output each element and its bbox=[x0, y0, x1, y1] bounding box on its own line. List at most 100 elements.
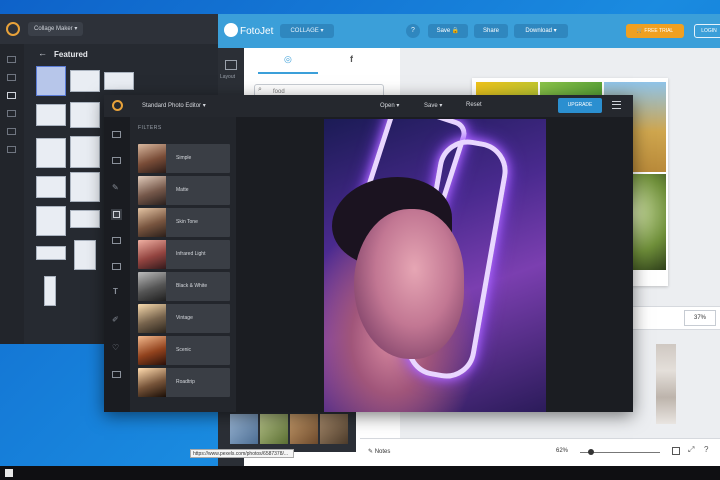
layout-icon[interactable] bbox=[7, 56, 16, 63]
footer-zoom-value: 62% bbox=[556, 448, 569, 454]
grid-icon[interactable] bbox=[7, 92, 16, 99]
notes-button[interactable]: ✎ Notes bbox=[368, 448, 390, 455]
zoom-slider-thumb[interactable] bbox=[588, 449, 594, 455]
collage-mode-button[interactable]: COLLAGE ▾ bbox=[280, 24, 334, 38]
photo-face bbox=[354, 209, 464, 359]
editor-mode-dropdown[interactable]: Standard Photo Editor ▾ bbox=[142, 102, 206, 109]
save-label: Save bbox=[436, 28, 451, 34]
windows-start-icon[interactable] bbox=[5, 469, 13, 477]
collage-mode-label: COLLAGE bbox=[290, 28, 319, 34]
overlay-icon[interactable] bbox=[112, 263, 121, 270]
save-menu[interactable]: Save ▾ bbox=[424, 102, 442, 109]
fotojet-logo-icon bbox=[224, 23, 238, 37]
photo-strip bbox=[226, 412, 356, 452]
text-tool-icon[interactable]: T bbox=[113, 287, 118, 296]
notes-label: Notes bbox=[374, 449, 391, 455]
search-icon: ⌕ bbox=[258, 86, 262, 93]
editor-title: Standard Photo Editor bbox=[142, 103, 202, 109]
download-label: Download bbox=[525, 28, 552, 34]
filter-label: Skin Tone bbox=[176, 219, 198, 225]
frame-icon[interactable] bbox=[112, 237, 121, 244]
layout-thumbnail[interactable] bbox=[36, 206, 66, 236]
expand-icon[interactable]: ⤢ bbox=[688, 445, 694, 455]
filter-preview bbox=[138, 304, 166, 333]
fotojet-header: FotoJet COLLAGE ▾ ? Save 🔒 Share Downloa… bbox=[218, 14, 720, 48]
thumbnail-strip bbox=[656, 344, 676, 424]
layout-thumbnail[interactable] bbox=[36, 176, 66, 198]
edited-photo[interactable] bbox=[324, 119, 546, 412]
strip-thumbnail[interactable] bbox=[230, 414, 258, 444]
filter-item[interactable]: Skin Tone bbox=[138, 208, 230, 237]
filter-preview bbox=[138, 208, 166, 237]
app-logo-icon bbox=[6, 22, 20, 36]
save-button[interactable]: Save 🔒 bbox=[428, 24, 468, 38]
layout-thumbnail[interactable] bbox=[70, 102, 100, 128]
open-menu[interactable]: Open ▾ bbox=[380, 102, 399, 109]
effect-icon[interactable] bbox=[112, 371, 121, 378]
login-button[interactable]: LOGIN bbox=[694, 24, 720, 38]
layout-thumbnail[interactable] bbox=[36, 138, 66, 168]
fotojet-brand: FotoJet bbox=[240, 26, 274, 37]
filter-item[interactable]: Roadtrip bbox=[138, 368, 230, 397]
collage-maker-sidebar bbox=[0, 44, 24, 344]
sticker-tool-icon[interactable]: ♡ bbox=[112, 343, 119, 352]
layout-thumbnail[interactable] bbox=[36, 66, 66, 96]
brush-icon[interactable]: ✎ bbox=[112, 183, 119, 192]
layout-thumbnail[interactable] bbox=[74, 240, 96, 270]
help-icon[interactable]: ? bbox=[704, 445, 708, 454]
draw-icon[interactable]: ✐ bbox=[112, 315, 119, 324]
text-icon[interactable] bbox=[7, 74, 16, 81]
filter-preview bbox=[138, 368, 166, 397]
filter-preview bbox=[138, 336, 166, 365]
filter-label: Matte bbox=[176, 187, 189, 193]
facebook-icon[interactable]: f bbox=[350, 54, 353, 64]
layout-thumbnail[interactable] bbox=[70, 70, 100, 92]
collage-maker-toolbar: Collage Maker ▾ bbox=[0, 14, 218, 44]
strip-thumbnail[interactable] bbox=[290, 414, 318, 444]
upgrade-button[interactable]: UPGRADE bbox=[558, 98, 602, 113]
layout-thumbnail[interactable] bbox=[70, 136, 100, 168]
menu-icon[interactable] bbox=[612, 101, 621, 109]
layout-thumbnail[interactable] bbox=[36, 246, 66, 260]
section-title: Featured bbox=[54, 50, 88, 59]
layout-thumbnail[interactable] bbox=[70, 210, 100, 228]
strip-thumbnail[interactable] bbox=[260, 414, 288, 444]
filter-label: Vintage bbox=[176, 315, 193, 321]
zoom-select[interactable]: 37% bbox=[684, 310, 716, 326]
filter-item[interactable]: Vintage bbox=[138, 304, 230, 333]
filter-icon[interactable] bbox=[111, 209, 122, 220]
layout-icon[interactable] bbox=[225, 60, 237, 70]
filter-item[interactable]: Infrared Light bbox=[138, 240, 230, 269]
layout-thumbnail[interactable] bbox=[70, 172, 100, 202]
adjust-icon[interactable] bbox=[112, 157, 121, 164]
globe-icon[interactable]: ◎ bbox=[284, 54, 292, 65]
layout-thumbnail[interactable] bbox=[104, 72, 134, 90]
info-icon[interactable]: ? bbox=[406, 24, 420, 38]
share-button[interactable]: Share bbox=[474, 24, 508, 38]
fotojet-footer: ✎ Notes 62% ⤢ ? bbox=[360, 438, 720, 467]
layout-thumbnail[interactable] bbox=[36, 104, 66, 126]
sticker-icon[interactable] bbox=[7, 128, 16, 135]
active-tab-indicator bbox=[258, 72, 318, 74]
background-icon[interactable] bbox=[7, 146, 16, 153]
reset-button[interactable]: Reset bbox=[466, 102, 482, 108]
collage-maker-dropdown[interactable]: Collage Maker ▾ bbox=[28, 22, 84, 36]
filter-item[interactable]: Simple bbox=[138, 144, 230, 173]
filter-preview bbox=[138, 144, 166, 173]
filter-label: Simple bbox=[176, 155, 192, 161]
page-icon[interactable] bbox=[672, 447, 680, 455]
filter-item[interactable]: Black & White bbox=[138, 272, 230, 301]
filter-preview bbox=[138, 272, 166, 301]
free-trial-button[interactable]: 🛒 FREE TRIAL bbox=[626, 24, 684, 38]
crop-icon[interactable] bbox=[112, 131, 121, 138]
strip-thumbnail[interactable] bbox=[320, 414, 348, 444]
filter-label: Scenic bbox=[176, 347, 192, 353]
taskbar bbox=[0, 466, 720, 480]
layout-thumbnail[interactable] bbox=[44, 276, 56, 306]
filter-item[interactable]: Matte bbox=[138, 176, 230, 205]
photo-icon[interactable] bbox=[7, 110, 16, 117]
save-menu-label: Save bbox=[424, 103, 438, 109]
download-button[interactable]: Download ▾ bbox=[514, 24, 568, 38]
filter-item[interactable]: Scenic bbox=[138, 336, 230, 365]
back-arrow-icon[interactable]: ← bbox=[38, 48, 47, 58]
